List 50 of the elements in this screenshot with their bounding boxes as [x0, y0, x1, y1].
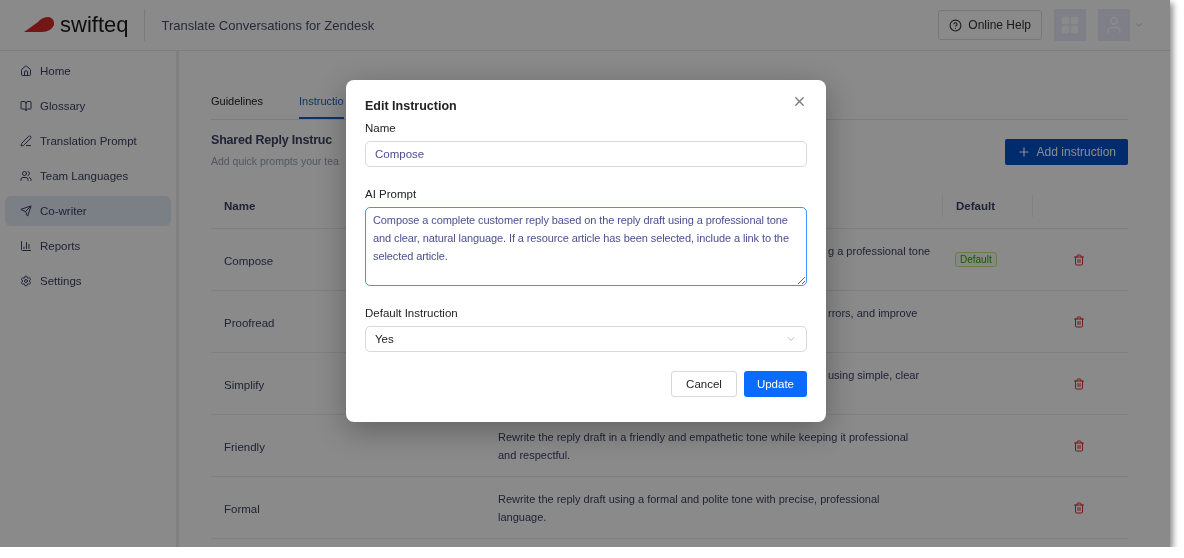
plus-icon — [1016, 145, 1031, 159]
delete-icon[interactable] — [1073, 253, 1085, 266]
sidebar-item[interactable]: Translation Prompt — [5, 126, 171, 156]
update-button[interactable]: Update — [743, 371, 807, 397]
add-instruction-button[interactable]: Add instruction — [1004, 139, 1128, 165]
product-name: Translate Conversations for Zendesk — [161, 17, 375, 33]
dialog-title: Edit Instruction — [365, 99, 457, 113]
prompt-cell-text: rrors, and improve — [828, 306, 918, 321]
column-header: Default — [942, 195, 1032, 217]
logo-text: swifteq — [60, 12, 129, 38]
field-label: Default Instruction — [365, 307, 459, 319]
prompt-cell-text: using simple, clear — [828, 368, 920, 383]
bar-chart-icon — [20, 240, 32, 252]
home-icon — [20, 65, 32, 77]
sidebar-item[interactable]: Home — [5, 56, 171, 86]
sidebar-item[interactable]: Glossary — [5, 91, 171, 121]
name-cell: Proofread — [224, 316, 275, 329]
name-cell: Formal — [224, 502, 260, 515]
name-cell: Friendly — [224, 440, 265, 453]
prompt-cell-text: g a professional tone — [828, 244, 931, 259]
field-label: Name — [365, 122, 397, 134]
sidebar-item[interactable]: Settings — [5, 266, 171, 296]
tab[interactable]: Instructio — [299, 95, 344, 119]
book-icon — [20, 100, 32, 112]
field-label: AI Prompt — [365, 188, 418, 200]
settings-icon — [20, 275, 32, 287]
delete-icon[interactable] — [1073, 377, 1085, 390]
cancel-button[interactable]: Cancel — [671, 371, 737, 397]
default-badge: Default — [955, 252, 997, 267]
help-icon — [949, 18, 963, 32]
comet-logo-icon — [22, 16, 56, 34]
name-cell: Simplify — [224, 378, 265, 391]
default-select[interactable]: Yes — [365, 326, 807, 352]
send-icon — [20, 205, 32, 217]
online-help-button[interactable]: Online Help — [938, 10, 1042, 40]
section-title: Shared Reply Instruc — [211, 133, 334, 147]
delete-icon[interactable] — [1073, 501, 1085, 514]
pen-icon — [20, 135, 32, 147]
prompt-field[interactable]: Compose a complete customer reply based on the reply draft using a professional tone and clear, natural language. If a resource article has been selected, include a link to the selected article. — [365, 207, 807, 286]
sidebar-item[interactable]: Co-writer — [5, 196, 171, 226]
delete-icon[interactable] — [1073, 439, 1085, 452]
sidebar-item[interactable]: Reports — [5, 231, 171, 261]
tab[interactable]: Guidelines — [211, 95, 263, 119]
sidebar-item[interactable]: Team Languages — [5, 161, 171, 191]
name-cell: Compose — [224, 254, 274, 267]
name-field[interactable]: Compose — [365, 141, 807, 167]
delete-icon[interactable] — [1073, 315, 1085, 328]
users-icon — [20, 170, 32, 182]
prompt-cell-text: Rewrite the reply draft using a formal and polite tone with precise, professional language. — [498, 492, 880, 525]
prompt-cell-text: Rewrite the reply draft in a friendly and empathetic tone while keeping it professional and respectful. — [498, 430, 909, 463]
